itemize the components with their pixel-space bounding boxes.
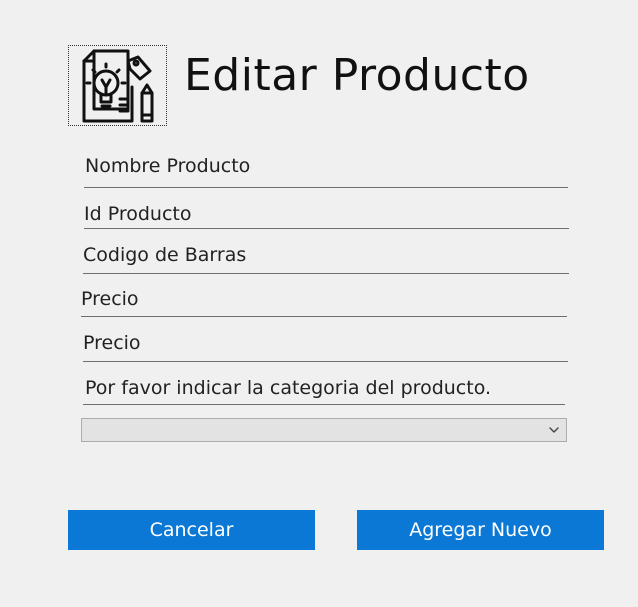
product-idea-document-icon <box>82 49 153 122</box>
precio-field[interactable]: Precio <box>81 287 139 311</box>
nombre-producto-underline <box>84 187 568 188</box>
categoria-underline <box>83 404 565 405</box>
precio-field-2[interactable]: Precio <box>83 331 141 355</box>
codigo-barras-underline <box>83 273 569 274</box>
categoria-field[interactable]: Por favor indicar la categoria del produ… <box>85 376 491 400</box>
nombre-producto-field[interactable]: Nombre Producto <box>85 154 250 178</box>
id-producto-underline <box>84 228 569 229</box>
cancel-button[interactable]: Cancelar <box>68 510 315 550</box>
chevron-down-icon <box>549 427 559 433</box>
precio-2-underline <box>83 361 568 362</box>
category-select[interactable] <box>81 418 567 442</box>
codigo-barras-field[interactable]: Codigo de Barras <box>83 243 246 267</box>
add-new-button[interactable]: Agregar Nuevo <box>357 510 604 550</box>
page-title: Editar Producto <box>184 50 530 101</box>
precio-underline <box>81 316 567 317</box>
product-logo <box>68 45 167 126</box>
id-producto-field[interactable]: Id Producto <box>84 202 191 226</box>
